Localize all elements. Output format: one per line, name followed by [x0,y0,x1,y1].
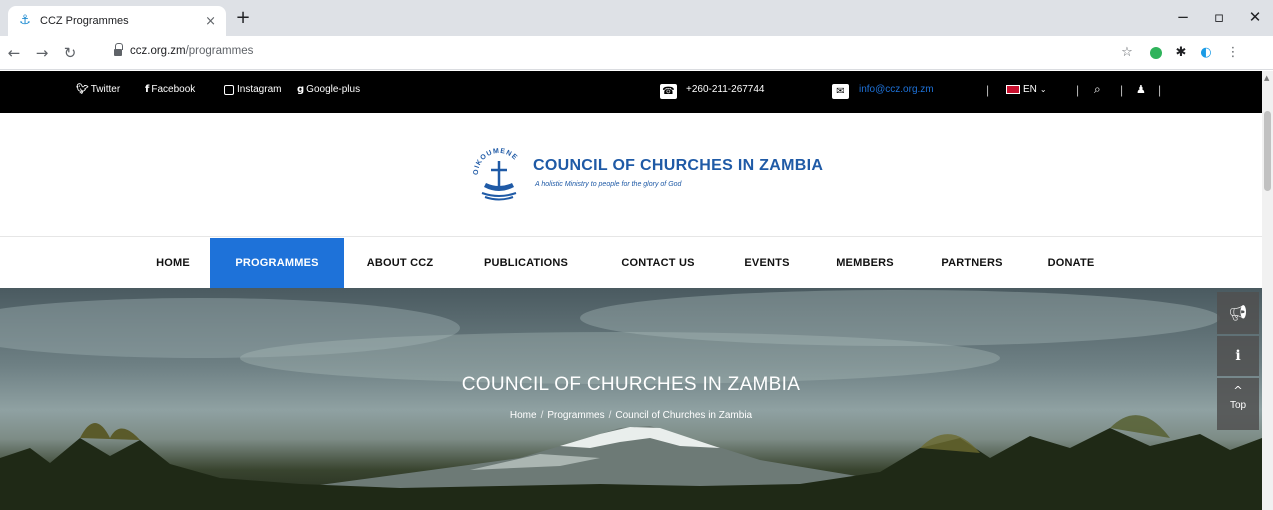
nav-item-donate[interactable]: DONATE [1036,238,1106,288]
social-link-google-plus[interactable]: g Google-plus [297,84,360,95]
url-path: /programmes [185,45,254,57]
new-tab-button[interactable]: + [232,8,254,30]
bookmark-star-icon[interactable]: ☆ [1118,44,1136,62]
hero-banner: COUNCIL OF CHURCHES IN ZAMBIA Home / Progr… [0,288,1262,510]
facebook-icon: f [145,84,150,95]
info-icon[interactable]: i [1217,336,1259,376]
divider: | [986,83,990,97]
social-label: Instagram [237,84,282,95]
extensions-puzzle-icon[interactable]: ✱ [1172,44,1190,62]
phone-icon: ☎ [660,84,677,99]
language-label: EN [1023,84,1037,95]
url-host: ccz.org.zm [130,45,186,57]
url-field[interactable]: ccz.org.zm/programmes [130,45,253,57]
phone-number[interactable]: +260-211-267744 [686,84,765,95]
megaphone-icon[interactable]: 📢︎ [1217,292,1259,334]
language-selector[interactable]: EN ⌄ [1006,84,1047,95]
social-link-facebook[interactable]: f Facebook [145,84,195,95]
email-link[interactable]: info@ccz.org.zm [859,84,934,95]
browser-tab[interactable]: ⚓ CCZ Programmes × [8,6,226,36]
breadcrumb-separator: / [540,410,544,421]
scroll-up-icon[interactable]: ▲ [1264,74,1269,82]
site-header: OIKOUMENE COUNCIL OF CHURCHES IN ZAMBIA … [0,113,1262,237]
tab-close-icon[interactable]: × [205,14,216,29]
social-link-twitter[interactable]: 🐦︎ Twitter [76,84,120,95]
chevron-down-icon: ⌄ [1039,85,1047,94]
nav-item-programmes[interactable]: PROGRAMMES [210,238,344,288]
site-topbar: 🐦︎ Twitter f Facebook Instagram g Google-pl… [0,71,1262,113]
maximize-button[interactable]: ▫ [1201,5,1237,29]
hero-title: COUNCIL OF CHURCHES IN ZAMBIA [461,374,801,395]
email-icon: ✉ [832,84,849,99]
user-icon[interactable]: ♟ [1136,83,1146,96]
reload-icon[interactable]: ↻ [60,43,80,63]
tab-title: CCZ Programmes [40,15,129,27]
favicon-icon: ⚓ [19,13,31,28]
oikoumene-logo-icon[interactable]: OIKOUMENE [470,143,528,203]
browser-menu-icon[interactable]: ⋮ [1224,44,1242,62]
nav-item-contact[interactable]: CONTACT US [608,238,708,288]
extension-green-icon[interactable] [1147,44,1165,62]
breadcrumb-separator: / [608,410,612,421]
twitter-icon: 🐦︎ [76,84,89,95]
social-link-instagram[interactable]: Instagram [224,84,281,95]
social-label: Twitter [90,84,121,95]
top-label: Top [1229,400,1247,411]
divider: | [1158,83,1162,97]
breadcrumb-home[interactable]: Home [510,410,537,421]
main-navigation: HOME PROGRAMMES ABOUT CCZ PUBLICATIONS C… [0,238,1262,288]
minimize-button[interactable]: − [1165,5,1201,29]
nav-item-partners[interactable]: PARTNERS [930,238,1014,288]
back-icon[interactable]: ← [4,43,24,63]
address-bar: ← → ↻ ccz.org.zm/programmes ☆ ✱ ◐ ⋮ [0,36,1273,70]
close-window-button[interactable]: ✕ [1237,5,1273,29]
instagram-icon [224,84,234,95]
search-icon[interactable]: ⌕ [1094,82,1101,97]
page-scrollbar[interactable]: ▲ [1262,71,1273,510]
lock-icon[interactable] [114,43,123,57]
breadcrumb-programmes[interactable]: Programmes [547,410,604,421]
chevron-up-icon: ^ [1233,384,1243,397]
social-label: Facebook [151,84,196,95]
nav-item-about[interactable]: ABOUT CCZ [352,238,448,288]
back-to-top-button[interactable]: ^ Top [1217,378,1259,430]
scroll-thumb[interactable] [1264,111,1271,191]
nav-item-members[interactable]: MEMBERS [825,238,905,288]
nav-item-publications[interactable]: PUBLICATIONS [470,238,582,288]
profile-icon[interactable]: ◐ [1197,44,1215,62]
divider: | [1076,83,1080,97]
divider: | [1120,83,1124,97]
social-label: Google-plus [306,84,361,95]
nav-item-home[interactable]: HOME [145,238,201,288]
uk-flag-icon [1006,85,1020,94]
mountain-landscape-image [0,290,1262,510]
nav-item-events[interactable]: EVENTS [732,238,802,288]
browser-tab-strip: ⚓ CCZ Programmes × + − ▫ ✕ [0,0,1273,36]
logo-tagline: A holistic Ministry to people for the gl… [535,181,682,188]
logo-title[interactable]: COUNCIL OF CHURCHES IN ZAMBIA [533,157,823,175]
google-plus-icon: g [297,84,305,95]
breadcrumb: Home / Programmes / Council of Churches in Z… [0,410,1262,421]
forward-icon[interactable]: → [32,43,52,63]
breadcrumb-current: Council of Churches in Zambia [615,410,753,421]
